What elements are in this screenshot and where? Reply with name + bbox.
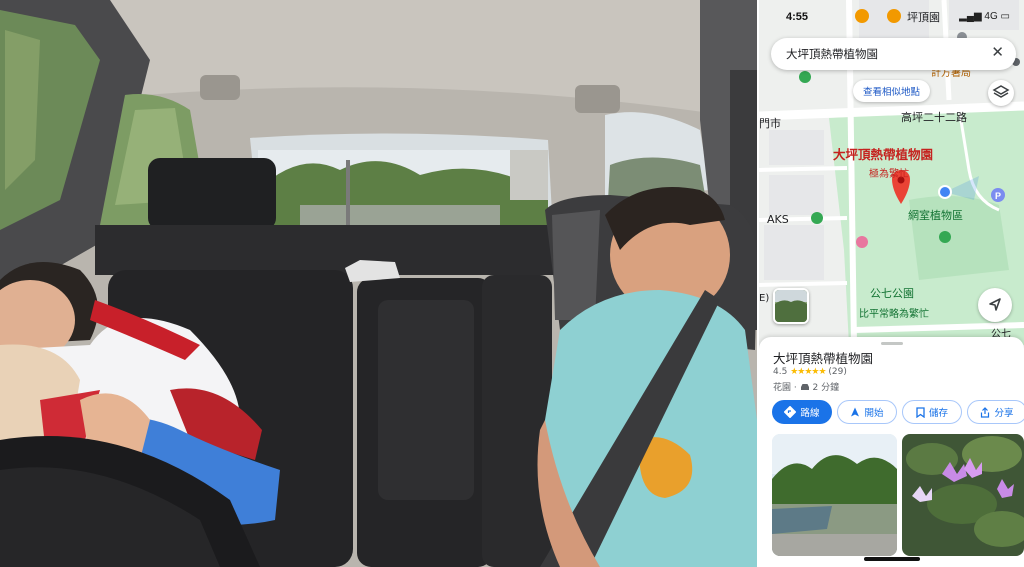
navigation-arrow-icon xyxy=(989,298,1001,311)
share-icon xyxy=(981,406,990,418)
close-icon[interactable]: ✕ xyxy=(991,43,1004,61)
layers-button[interactable] xyxy=(988,80,1014,106)
map-label-edge-left: E) xyxy=(759,293,770,304)
place-photo-2[interactable] xyxy=(902,434,1024,556)
directions-label: 路線 xyxy=(800,408,820,419)
directions-button[interactable]: 路線 xyxy=(772,400,832,424)
place-rating[interactable]: 4.5 ★★★★★ (29) xyxy=(773,367,847,377)
maps-phone-screenshot: P 4:55 ▂▄▆ 4G ▭ 坪頂園 計方暑局 高坪二十二路 門市 大坪頂熱帶… xyxy=(759,0,1024,567)
network-type: 4G xyxy=(984,11,998,22)
map-label-top-place: 坪頂園 xyxy=(907,11,940,24)
layers-icon xyxy=(992,85,1010,98)
search-bar[interactable]: 大坪頂熱帶植物園 ✕ xyxy=(771,38,1016,70)
review-count: (29) xyxy=(828,367,847,377)
drive-time: 2 分鐘 xyxy=(812,383,840,393)
share-button[interactable]: 分享 xyxy=(967,400,1024,424)
map-label-park[interactable]: 公七公園 xyxy=(870,285,914,301)
navigation-icon xyxy=(851,407,860,417)
map-label-park-busy: 比平常略為繁忙 xyxy=(859,309,929,320)
car-interior-illustration xyxy=(0,0,757,567)
svg-text:P: P xyxy=(995,191,1001,201)
place-photo-1[interactable] xyxy=(772,434,897,556)
map-label-road: 高坪二十二路 xyxy=(901,111,967,124)
rating-value: 4.5 xyxy=(773,367,788,377)
map-label-aks[interactable]: AKS xyxy=(767,213,789,226)
map-label-busy: 極為繁忙 xyxy=(869,169,909,180)
car-interior-photo xyxy=(0,0,757,567)
car-icon xyxy=(800,384,809,390)
similar-places-chip[interactable]: 查看相似地點 xyxy=(853,80,931,102)
status-time: 4:55 xyxy=(786,11,809,23)
water-lily-photo xyxy=(902,434,1024,556)
search-query[interactable]: 大坪頂熱帶植物園 xyxy=(786,46,878,62)
rating-stars: ★★★★★ xyxy=(790,367,826,377)
map-label-greenhouse[interactable]: 網室植物區 xyxy=(908,207,963,223)
map-label-district: 門市 xyxy=(759,117,781,130)
street-view-thumbnail[interactable] xyxy=(773,288,809,324)
signal-indicator: ▂▄▆ 4G ▭ xyxy=(959,11,1010,22)
start-button[interactable]: 開始 xyxy=(837,400,897,424)
map-label-selected-place[interactable]: 大坪頂熱帶植物園 xyxy=(833,144,933,163)
directions-icon xyxy=(784,406,797,418)
share-label: 分享 xyxy=(994,408,1014,419)
place-category: 花園 xyxy=(773,383,792,393)
place-bottom-sheet[interactable]: 大坪頂熱帶植物園 4.5 ★★★★★ (29) 花園 · 2 分鐘 路線 開始 … xyxy=(759,337,1024,567)
save-label: 儲存 xyxy=(928,408,948,419)
sheet-drag-handle[interactable] xyxy=(881,342,903,345)
place-photos[interactable] xyxy=(772,434,1024,556)
save-button[interactable]: 儲存 xyxy=(902,400,962,424)
start-label: 開始 xyxy=(864,408,884,419)
home-indicator xyxy=(864,557,920,561)
place-title: 大坪頂熱帶植物園 xyxy=(773,351,874,366)
place-category-row: 花園 · 2 分鐘 xyxy=(773,383,840,393)
bookmark-icon xyxy=(916,406,925,418)
garden-photo xyxy=(772,434,897,556)
my-location-button[interactable] xyxy=(978,288,1012,322)
action-buttons: 路線 開始 儲存 分享 xyxy=(772,400,1024,426)
street-view-icon xyxy=(775,290,807,322)
status-bar: 4:55 ▂▄▆ 4G ▭ xyxy=(759,0,1024,34)
